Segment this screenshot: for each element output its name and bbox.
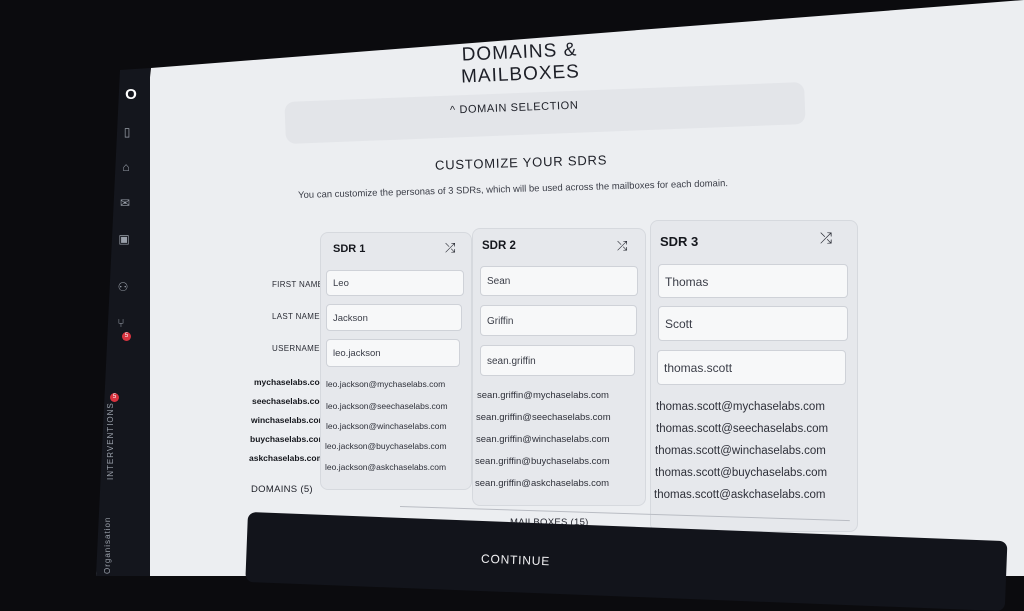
sdr-3-email: thomas.scott@winchaselabs.com bbox=[655, 445, 826, 457]
shuffle-icon[interactable]: ⤮ bbox=[445, 240, 455, 256]
sdr-1-username-input[interactable]: leo.jackson bbox=[326, 339, 460, 367]
domain-row-label: askchaselabs.com bbox=[249, 453, 325, 463]
sdr-3-email: thomas.scott@mychaselabs.com bbox=[656, 401, 825, 413]
branch-icon[interactable]: ⑂ bbox=[114, 316, 128, 330]
document-icon[interactable]: ▯ bbox=[120, 125, 134, 139]
sdr-3-last-name-input[interactable]: Scott bbox=[658, 306, 848, 341]
app-logo-icon[interactable]: O bbox=[124, 87, 138, 102]
first-name-label: FIRST NAME bbox=[272, 280, 324, 289]
last-name-label: LAST NAME bbox=[272, 312, 320, 321]
sdr-1-title: SDR 1 bbox=[333, 243, 366, 255]
section-subtitle: CUSTOMIZE YOUR SDRS bbox=[434, 152, 608, 173]
sdr-2-email: sean.griffin@askchaselabs.com bbox=[475, 478, 610, 489]
sdr-2-title: SDR 2 bbox=[482, 240, 516, 252]
domain-row-label: winchaselabs.com bbox=[251, 415, 327, 425]
organisation-nav[interactable]: Organisation bbox=[103, 517, 112, 574]
sdr-1-email: leo.jackson@seechaselabs.com bbox=[326, 401, 448, 411]
sdr-2-email: sean.griffin@buychaselabs.com bbox=[475, 456, 610, 467]
sdr-3-email: thomas.scott@seechaselabs.com bbox=[656, 423, 829, 435]
app-window: O ▯ ⌂ ✉ ▣ ⚇ ⑂ 5 5 INTERVENTIONS Organisa… bbox=[0, 0, 1024, 611]
sdr-2-email: sean.griffin@seechaselabs.com bbox=[476, 412, 611, 423]
section-description: You can customize the personas of 3 SDRs… bbox=[297, 177, 729, 202]
domain-row-label: buychaselabs.com bbox=[250, 434, 327, 444]
sdr-3-email: thomas.scott@askchaselabs.com bbox=[654, 489, 826, 501]
shuffle-icon[interactable]: ⤮ bbox=[820, 230, 832, 247]
notification-badge: 5 bbox=[122, 332, 131, 341]
sdr-3-title: SDR 3 bbox=[660, 234, 699, 249]
tab-domains[interactable]: DOMAINS (5) bbox=[251, 484, 313, 495]
sdr-1-first-name-input[interactable]: Leo bbox=[326, 270, 464, 296]
mail-icon[interactable]: ✉ bbox=[118, 196, 132, 210]
contact-icon[interactable]: ▣ bbox=[117, 232, 131, 246]
shuffle-icon[interactable]: ⤮ bbox=[617, 238, 627, 254]
chevron-up-icon: ^ bbox=[449, 104, 457, 117]
page-title: DOMAINS & MAILBOXES bbox=[460, 39, 581, 88]
sdr-1-email: leo.jackson@askchaselabs.com bbox=[325, 462, 447, 472]
sdr-2-email: sean.griffin@winchaselabs.com bbox=[476, 434, 610, 445]
interventions-badge: 5 bbox=[110, 393, 119, 402]
sdr-3-first-name-input[interactable]: Thomas bbox=[658, 264, 848, 298]
home-icon[interactable]: ⌂ bbox=[119, 160, 133, 174]
domain-selection-bar[interactable] bbox=[284, 82, 806, 144]
sdr-2-first-name-input[interactable]: Sean bbox=[480, 266, 638, 296]
sdr-1-email: leo.jackson@winchaselabs.com bbox=[326, 421, 447, 431]
sdr-3-email: thomas.scott@buychaselabs.com bbox=[655, 467, 828, 479]
continue-button-label: CONTINUE bbox=[480, 551, 551, 569]
sdr-2-username-input[interactable]: sean.griffin bbox=[480, 345, 635, 376]
domain-row-label: mychaselabs.com bbox=[254, 377, 328, 387]
domain-row-label: seechaselabs.com bbox=[252, 396, 328, 406]
sdr-2-last-name-input[interactable]: Griffin bbox=[480, 305, 637, 336]
sdr-3-username-input[interactable]: thomas.scott bbox=[657, 350, 846, 385]
sdr-1-email: leo.jackson@mychaselabs.com bbox=[326, 379, 446, 389]
content-area: DOMAINS & MAILBOXES ^ DOMAIN SELECTION C… bbox=[150, 0, 1024, 576]
sdr-2-email: sean.griffin@mychaselabs.com bbox=[477, 390, 609, 401]
username-label: USERNAME bbox=[272, 344, 320, 353]
sdr-1-email: leo.jackson@buychaselabs.com bbox=[325, 441, 447, 451]
users-icon[interactable]: ⚇ bbox=[116, 280, 130, 294]
sdr-1-last-name-input[interactable]: Jackson bbox=[326, 304, 462, 331]
interventions-nav[interactable]: INTERVENTIONS bbox=[106, 402, 115, 480]
